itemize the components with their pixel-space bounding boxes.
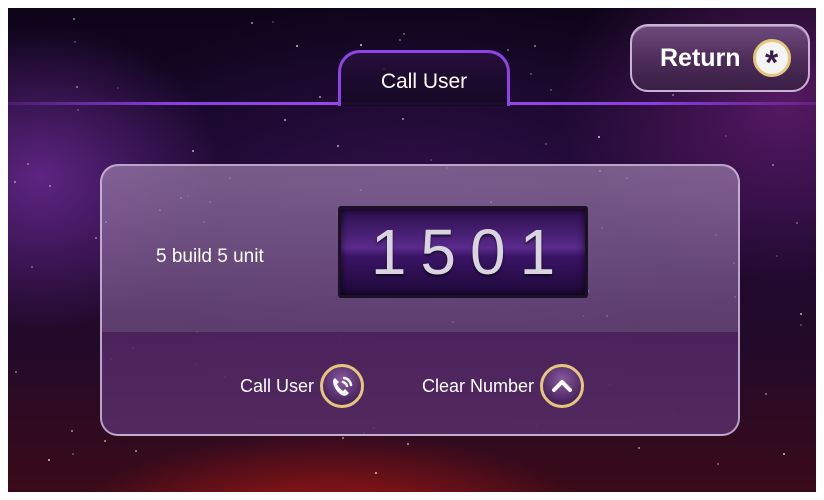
star-dot [31,265,34,268]
star-dot [637,447,640,450]
star-dot [530,73,533,76]
return-button[interactable]: Return * [630,24,810,92]
star-dot [401,118,404,121]
star-dot [374,472,377,475]
clear-number-label: Clear Number [422,375,535,396]
star-dot [799,312,802,315]
star-dot [672,93,675,96]
star-dot [398,38,401,41]
star-dot [135,449,138,452]
star-dot [533,44,536,47]
star-dot [73,18,76,21]
star-dot [76,86,79,89]
location-label: 5 build 5 unit [156,246,264,267]
star-dot [74,40,77,43]
star-dot [251,22,254,25]
phone-icon[interactable] [320,364,365,408]
call-panel: 5 build 5 unit 1501 Call User Clear Numb… [100,164,740,436]
star-dot [27,163,30,166]
star-dot [49,185,52,188]
star-dot [507,49,510,52]
star-dot [407,443,410,446]
star-dot [360,44,363,47]
star-dot [549,88,552,91]
star-dot [14,371,17,374]
intercom-screen: Call User Return * 5 build 5 unit 1501 C… [8,8,816,492]
star-dot [717,463,720,466]
star-dot [800,324,803,327]
star-dot [70,429,73,432]
star-dot [775,254,778,257]
call-user-label: Call User [240,375,315,396]
asterisk-icon: * [752,39,791,80]
star-dot [796,221,799,224]
star-dot [782,452,785,455]
star-dot [341,437,344,440]
star-dot [764,393,767,396]
star-dot [295,45,298,48]
star-dot [76,109,79,112]
tab-label: Call User [380,69,468,93]
star-dot [403,32,406,35]
number-display-value: 1501 [370,216,570,288]
star-dot [71,452,74,455]
star-dot [272,21,275,24]
chevron-up-icon[interactable] [540,364,585,408]
star-dot [48,458,51,461]
clear-number-button[interactable]: Clear Number [422,364,585,408]
star-dot [319,96,322,99]
star-dot [13,180,16,183]
star-dot [284,119,286,122]
star-dot [192,150,195,153]
tab-call-user[interactable]: Call User [338,50,510,106]
return-button-label: Return [660,43,741,72]
star-dot [95,237,98,240]
star-dot [336,144,339,147]
panel-action-bar [102,332,738,434]
star-dot [597,136,600,139]
star-dot [117,87,120,89]
star-dot [430,159,433,162]
number-display: 1501 [338,206,588,298]
star-dot [545,142,548,145]
star-dot [725,134,727,137]
call-user-button[interactable]: Call User [240,364,365,408]
star-dot [772,163,775,166]
star-dot [104,439,107,442]
